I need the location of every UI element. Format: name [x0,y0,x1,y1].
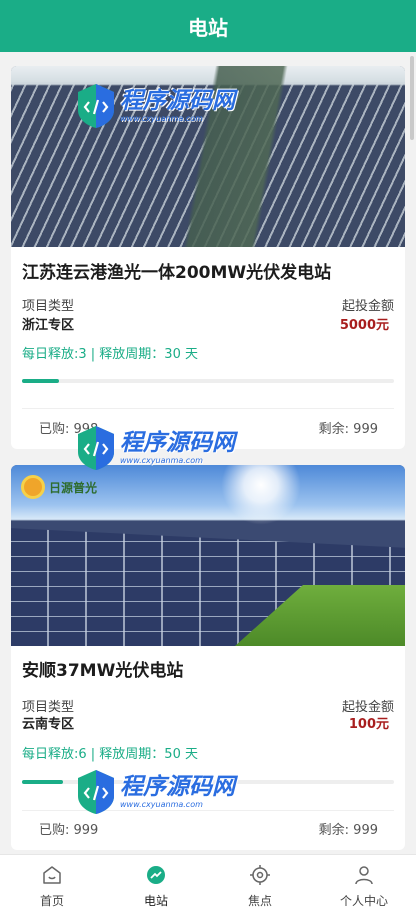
sun-icon [21,475,45,499]
min-invest-label: 起投金额 [341,299,394,314]
scrollbar[interactable] [410,56,414,140]
top-bar: 电站 [0,0,416,52]
release-info: 每日释放:3 | 释放周期：30 天 [22,347,198,362]
bought-count: 已购: 998 [39,422,99,437]
tab-label: 焦点 [247,894,272,908]
page-title: 电站 [188,15,228,40]
user-icon [355,866,373,885]
tab-label: 首页 [39,894,64,908]
progress-fill [22,780,63,784]
divider [22,810,394,811]
station-photo: 日源普光 [11,465,405,646]
project-type-label: 项目类型 [22,299,75,314]
brand-logo: 日源普光 [21,475,97,499]
station-title: 江苏连云港渔光一体200MW光伏发电站 [22,263,332,283]
station-card[interactable]: 日源普光 安顺37MW光伏电站 项目类型 起投金额 云南专区 100元 每日释放… [11,465,405,850]
tab-station[interactable]: 电站 [104,855,208,915]
divider [22,408,394,409]
project-type-value: 云南专区 [22,717,75,732]
tab-focus[interactable]: 焦点 [208,855,312,915]
min-invest-value: 5000元 [339,318,389,333]
tab-home[interactable]: 首页 [0,855,104,915]
release-info: 每日释放:6 | 释放周期：50 天 [22,747,198,762]
trend-icon [147,866,165,884]
progress-fill [22,379,60,383]
station-card[interactable]: 江苏连云港渔光一体200MW光伏发电站 项目类型 起投金额 浙江专区 5000元… [11,66,405,449]
progress-bar [22,379,394,383]
bought-count: 已购: 999 [39,823,99,838]
project-type-value: 浙江专区 [22,318,75,333]
min-invest-value: 100元 [348,717,389,732]
bottom-tab-bar: 首页 电站 焦点 个人中心 [0,854,416,915]
target-icon [250,865,270,885]
progress-bar [22,780,394,784]
tab-profile[interactable]: 个人中心 [312,855,416,915]
station-photo [11,66,405,247]
watermark-url: www.cxyuanma.com [120,455,203,465]
station-title: 安顺37MW光伏电站 [22,661,184,681]
tab-label: 电站 [143,894,168,908]
remaining-count: 剩余: 999 [318,422,378,437]
remaining-count: 剩余: 999 [318,823,378,838]
brand-text: 日源普光 [49,480,98,495]
home-icon [43,866,61,884]
tab-label: 个人中心 [339,894,388,908]
